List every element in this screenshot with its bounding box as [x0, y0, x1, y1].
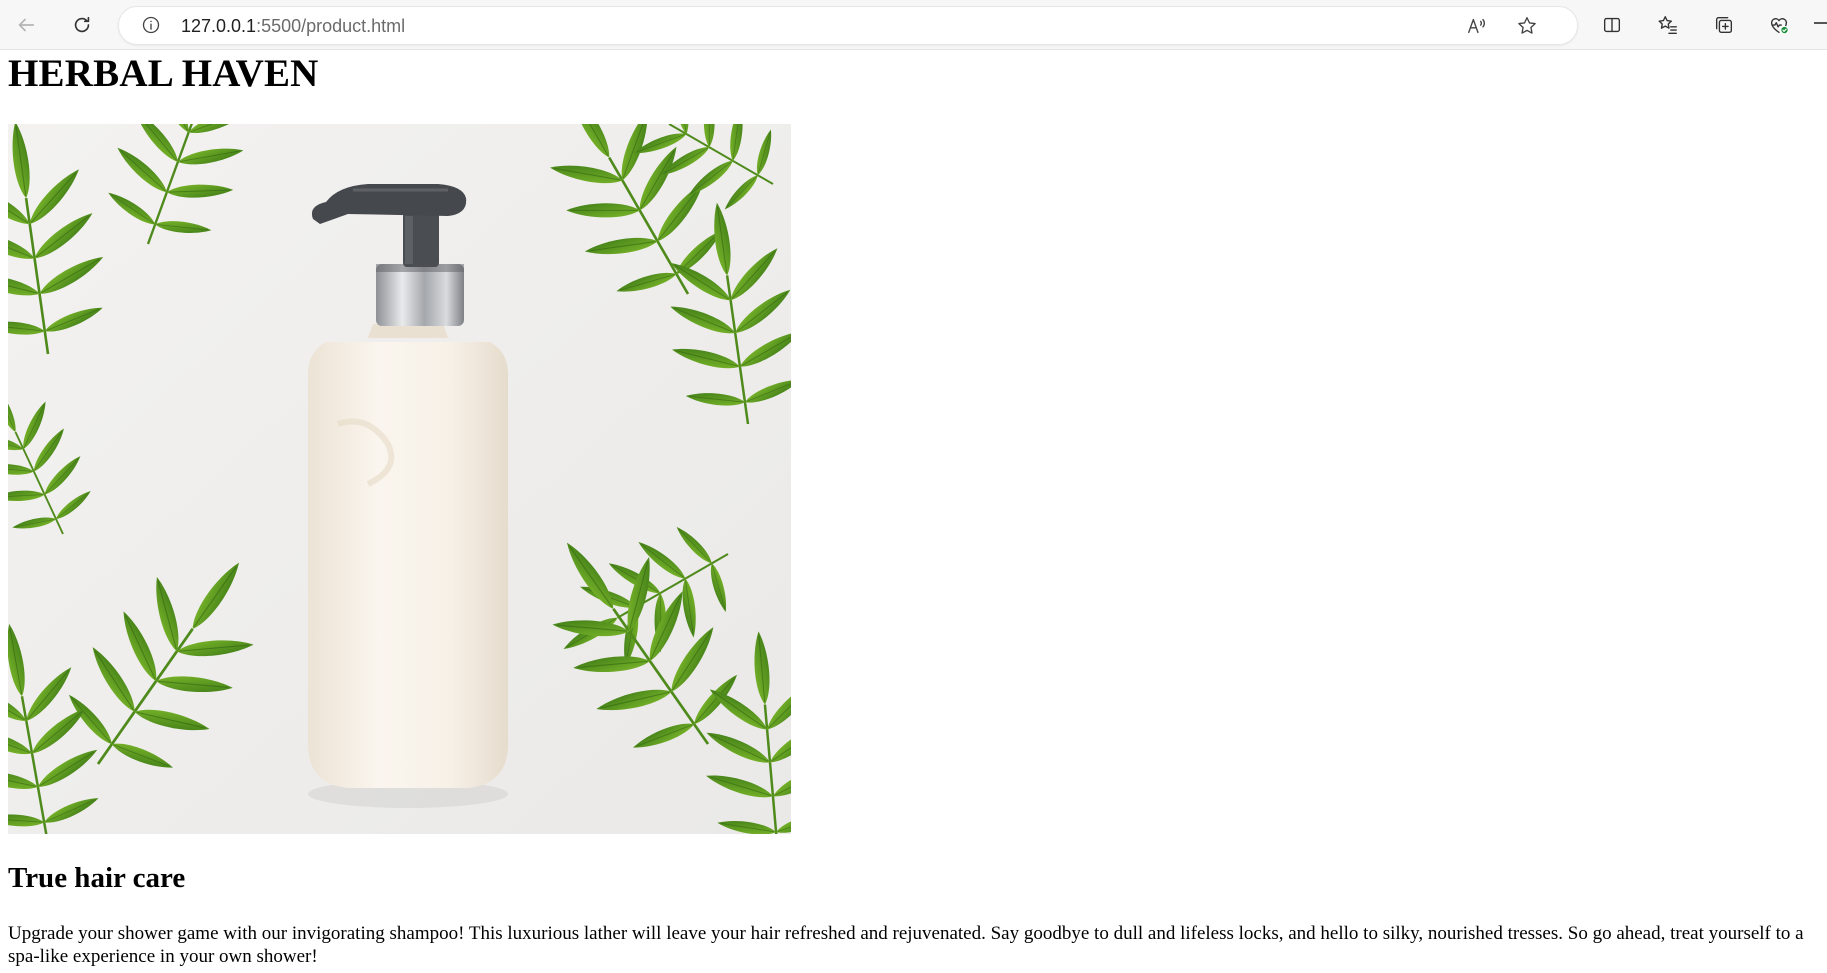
url-host: 127.0.0.1	[181, 16, 257, 36]
product-image	[8, 124, 791, 834]
split-screen-icon[interactable]	[1596, 9, 1628, 41]
read-aloud-icon[interactable]	[1463, 12, 1491, 40]
url-text[interactable]: 127.0.0.1:5500/product.html	[181, 16, 405, 36]
browser-toolbar: 127.0.0.1:5500/product.html	[0, 0, 1827, 50]
favorites-icon[interactable]	[1652, 9, 1684, 41]
brand-title: HERBAL HAVEN	[8, 52, 319, 95]
page-content: HERBAL HAVEN True hair care Upgrade your…	[0, 50, 1827, 973]
product-subtitle: True hair care	[8, 862, 186, 894]
info-icon[interactable]	[141, 15, 161, 35]
address-bar[interactable]: 127.0.0.1:5500/product.html	[118, 6, 1578, 45]
refresh-icon[interactable]	[66, 9, 98, 41]
collections-icon[interactable]	[1708, 9, 1740, 41]
heart-pulse-icon[interactable]	[1763, 9, 1795, 41]
star-icon[interactable]	[1513, 12, 1541, 40]
product-description: Upgrade your shower game with our invigo…	[8, 923, 1804, 967]
url-path: :5500/product.html	[256, 16, 406, 36]
arrow-left-icon[interactable]	[10, 9, 42, 41]
more-icon[interactable]	[1814, 22, 1827, 24]
